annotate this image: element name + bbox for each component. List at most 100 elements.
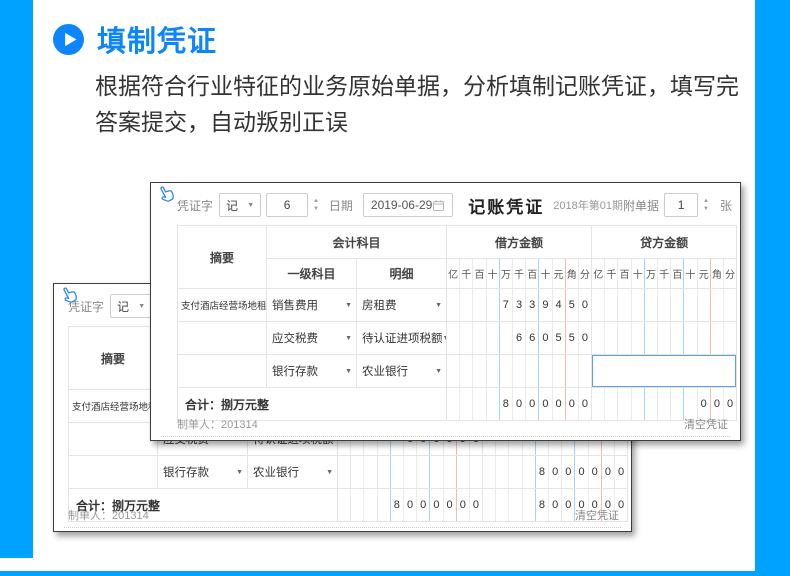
amount-digit-cell[interactable]: 9 — [538, 289, 551, 321]
step-up-icon[interactable]: ▲ — [313, 198, 319, 204]
amount-digit-cell[interactable] — [670, 322, 683, 354]
amount-digit-cell[interactable] — [630, 289, 644, 321]
amount-digit-cell[interactable] — [577, 355, 591, 387]
summary-cell[interactable]: 支付酒店经营场地租 — [177, 288, 267, 322]
amount-digit-cell[interactable]: 0 — [577, 322, 591, 354]
credit-amount[interactable] — [591, 288, 738, 322]
debit-amount[interactable]: 660550 — [446, 321, 593, 355]
amount-digit-cell[interactable]: 0 — [561, 456, 574, 488]
amount-digit-cell[interactable]: 3 — [511, 289, 525, 321]
amount-digit-cell[interactable] — [455, 456, 469, 488]
amount-digit-cell[interactable] — [683, 322, 696, 354]
amount-digit-cell[interactable] — [617, 289, 630, 321]
amount-digit-cell[interactable] — [459, 355, 472, 387]
amount-digit-cell[interactable] — [630, 322, 644, 354]
amount-digit-cell[interactable] — [508, 456, 521, 488]
amount-digit-cell[interactable] — [459, 289, 472, 321]
detail-select[interactable]: 农业银行 ▼ — [358, 356, 446, 387]
credit-amount[interactable] — [591, 321, 738, 355]
amount-digit-cell[interactable]: 5 — [564, 322, 578, 354]
attach-count-input[interactable]: 1 — [664, 193, 699, 217]
summary-cell[interactable]: 支付酒店经营场地租 — [68, 389, 158, 423]
amount-digit-cell[interactable]: 5 — [564, 289, 578, 321]
amount-digit-cell[interactable] — [495, 456, 508, 488]
amount-digit-cell[interactable] — [363, 456, 376, 488]
voucher-number-stepper[interactable]: ▲▼ — [313, 198, 319, 212]
amount-digit-cell[interactable] — [538, 355, 551, 387]
debit-amount[interactable] — [337, 455, 484, 489]
credit-amount-input[interactable] — [592, 355, 736, 387]
amount-digit-cell[interactable]: 0 — [587, 456, 601, 488]
amount-digit-cell[interactable] — [657, 322, 670, 354]
amount-digit-cell[interactable]: 0 — [538, 322, 551, 354]
amount-digit-cell[interactable]: 0 — [600, 456, 614, 488]
amount-digit-cell[interactable] — [472, 322, 485, 354]
voucher-number-input[interactable]: 6 — [266, 193, 308, 217]
amount-digit-cell[interactable] — [442, 456, 456, 488]
amount-digit-cell[interactable] — [376, 456, 390, 488]
attach-count-stepper[interactable]: ▲▼ — [703, 198, 709, 212]
amount-digit-cell[interactable]: 0 — [613, 456, 627, 488]
amount-digit-cell[interactable]: 7 — [498, 289, 512, 321]
amount-digit-cell[interactable] — [643, 289, 657, 321]
amount-digit-cell[interactable] — [416, 456, 429, 488]
detail-select[interactable]: 待认证进项税额▼ — [358, 323, 446, 354]
amount-digit-cell[interactable] — [485, 322, 499, 354]
amount-digit-cell[interactable] — [459, 322, 472, 354]
amount-digit-cell[interactable] — [339, 457, 351, 488]
amount-digit-cell[interactable] — [604, 322, 617, 354]
summary-cell[interactable] — [68, 455, 158, 489]
amount-digit-cell[interactable]: 8 — [534, 456, 548, 488]
step-down-icon[interactable]: ▼ — [703, 206, 709, 212]
amount-digit-cell[interactable]: 6 — [511, 322, 525, 354]
amount-digit-cell[interactable] — [593, 290, 605, 321]
subject-select[interactable]: 银行存款 ▼ — [268, 356, 356, 387]
amount-digit-cell[interactable] — [722, 289, 736, 321]
amount-digit-cell[interactable]: 0 — [577, 289, 591, 321]
amount-digit-cell[interactable] — [468, 456, 482, 488]
amount-digit-cell[interactable] — [643, 322, 657, 354]
amount-digit-cell[interactable] — [696, 289, 710, 321]
amount-digit-cell[interactable] — [448, 290, 460, 321]
amount-digit-cell[interactable] — [657, 289, 670, 321]
date-input[interactable]: 2019-06-29 — [362, 193, 454, 217]
amount-digit-cell[interactable] — [525, 355, 538, 387]
amount-digit-cell[interactable] — [472, 289, 485, 321]
detail-select[interactable]: 农业银行 ▼ — [249, 457, 337, 488]
amount-digit-cell[interactable] — [709, 289, 723, 321]
summary-cell[interactable] — [68, 422, 158, 456]
amount-digit-cell[interactable] — [564, 355, 578, 387]
amount-digit-cell[interactable] — [617, 322, 630, 354]
amount-digit-cell[interactable]: 3 — [525, 289, 538, 321]
amount-digit-cell[interactable] — [402, 456, 416, 488]
amount-digit-cell[interactable] — [696, 322, 710, 354]
step-down-icon[interactable]: ▼ — [313, 206, 319, 212]
summary-cell[interactable] — [177, 321, 267, 355]
amount-digit-cell[interactable] — [472, 355, 485, 387]
credit-amount[interactable]: 8000000 — [482, 455, 629, 489]
amount-digit-cell[interactable] — [604, 289, 617, 321]
amount-digit-cell[interactable] — [448, 323, 460, 354]
amount-digit-cell[interactable]: 6 — [525, 322, 538, 354]
amount-digit-cell[interactable] — [722, 322, 736, 354]
amount-digit-cell[interactable] — [485, 355, 499, 387]
amount-digit-cell[interactable] — [429, 456, 442, 488]
debit-amount[interactable]: 7339450 — [446, 288, 593, 322]
voucher-word-select[interactable]: 记 ▼ — [219, 193, 262, 217]
subject-select[interactable]: 应交税费 ▼ — [268, 323, 356, 354]
amount-digit-cell[interactable]: 0 — [548, 456, 561, 488]
summary-cell[interactable] — [177, 354, 267, 388]
clear-voucher-link[interactable]: 清空凭证 — [684, 416, 728, 432]
amount-digit-cell[interactable] — [498, 355, 512, 387]
amount-digit-cell[interactable] — [670, 289, 683, 321]
amount-digit-cell[interactable] — [389, 456, 403, 488]
amount-digit-cell[interactable] — [448, 356, 460, 387]
amount-digit-cell[interactable]: 4 — [551, 289, 565, 321]
step-up-icon[interactable]: ▲ — [703, 198, 709, 204]
amount-digit-cell[interactable] — [485, 289, 499, 321]
voucher-word-select[interactable]: 记 ▼ — [110, 294, 153, 318]
amount-digit-cell[interactable] — [593, 323, 605, 354]
amount-digit-cell[interactable] — [484, 457, 496, 488]
subject-select[interactable]: 销售费用 ▼ — [268, 290, 356, 321]
amount-digit-cell[interactable] — [551, 355, 565, 387]
